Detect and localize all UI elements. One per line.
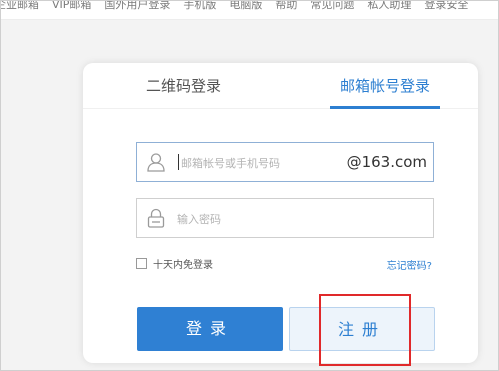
remember-label: 十天内免登录 [153,260,213,271]
user-icon [145,151,167,173]
active-tab-indicator [330,106,440,109]
tab-qr-login[interactable]: 二维码登录 [146,77,221,95]
email-placeholder: 邮箱帐号或手机号码 [181,157,280,170]
remember-me[interactable]: 十天内免登录 [136,256,213,271]
nav-link-assistant[interactable]: 私人助理 [367,1,411,10]
password-placeholder: 输入密码 [177,213,221,226]
forgot-password-link[interactable]: 忘记密码? [387,257,432,272]
nav-link-desktop[interactable]: 电脑版 [229,1,262,10]
text-caret [178,154,179,170]
lock-icon [145,207,167,229]
login-button[interactable]: 登录 [137,307,283,351]
password-field[interactable]: 输入密码 [136,198,434,238]
nav-link-security[interactable]: 登录安全 [424,1,468,10]
browser-frame: 企业邮箱 VIP邮箱 国外用户登录 手机版 电脑版 帮助 常见问题 私人助理 登… [0,0,499,371]
email-field[interactable]: 邮箱帐号或手机号码 @163.com [136,142,434,182]
remember-checkbox[interactable] [136,258,147,269]
nav-link-help[interactable]: 帮助 [275,1,297,10]
top-nav: 企业邮箱 VIP邮箱 国外用户登录 手机版 电脑版 帮助 常见问题 私人助理 登… [1,1,498,20]
tab-email-login[interactable]: 邮箱帐号登录 [340,77,430,95]
nav-link-mobile[interactable]: 手机版 [183,1,216,10]
email-domain-suffix: @163.com [346,153,427,171]
nav-link-faq[interactable]: 常见问题 [310,1,354,10]
register-button[interactable]: 注册 [289,307,435,351]
nav-link-enterprise-mail[interactable]: 企业邮箱 [1,1,39,10]
nav-link-overseas-login[interactable]: 国外用户登录 [104,1,170,10]
login-card: 二维码登录 邮箱帐号登录 邮箱帐号或手机号码 @163.com 输入密码 十天内… [83,63,478,363]
nav-link-vip-mail[interactable]: VIP邮箱 [52,1,91,10]
